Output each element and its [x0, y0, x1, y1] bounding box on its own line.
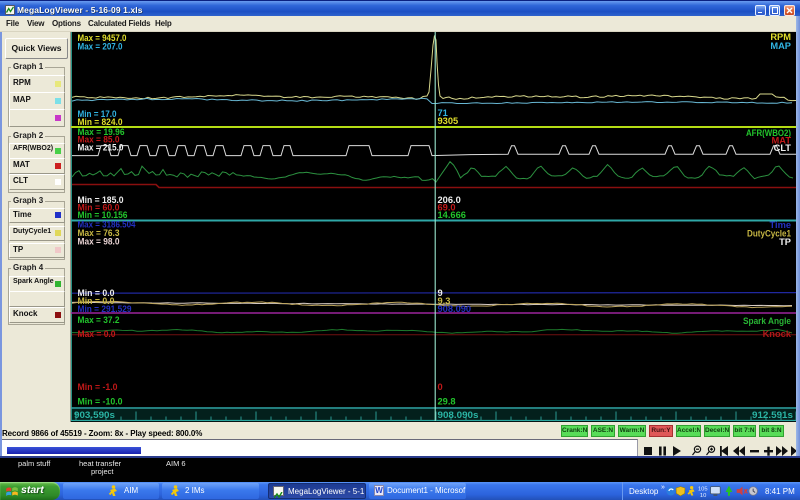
svg-text:Min = -10.0: Min = -10.0 [78, 397, 123, 407]
svg-text:Min = 824.0: Min = 824.0 [78, 117, 123, 127]
svg-text:Max = 98.0: Max = 98.0 [78, 237, 120, 247]
svg-text:10: 10 [700, 493, 706, 498]
svg-text:Spark Angle: Spark Angle [743, 316, 791, 326]
svg-text:9305: 9305 [438, 116, 459, 126]
svg-text:29.8: 29.8 [438, 397, 456, 407]
svg-text:CLT: CLT [774, 143, 792, 153]
svg-text:Max = 215.0: Max = 215.0 [78, 143, 124, 153]
svg-text:0: 0 [438, 382, 443, 392]
svg-text:Max = 207.0: Max = 207.0 [78, 42, 123, 52]
svg-text:908.090: 908.090 [438, 304, 472, 314]
svg-text:Max = 37.2: Max = 37.2 [78, 315, 120, 325]
svg-text:Min = 10.156: Min = 10.156 [78, 210, 128, 220]
svg-text:MAP: MAP [770, 41, 791, 51]
svg-text:912.591s: 912.591s [752, 410, 793, 420]
svg-text:Min = -1.0: Min = -1.0 [78, 382, 118, 392]
svg-text:908.090s: 908.090s [438, 410, 479, 420]
svg-text:14.666: 14.666 [438, 210, 466, 220]
svg-text:Min = 291.529: Min = 291.529 [78, 304, 132, 314]
svg-text:TP: TP [779, 237, 791, 247]
svg-text:105: 105 [698, 487, 708, 493]
svg-text:903.590s: 903.590s [74, 410, 115, 420]
svg-text:Max = 0.0: Max = 0.0 [78, 329, 116, 339]
svg-text:Knock: Knock [763, 329, 792, 339]
